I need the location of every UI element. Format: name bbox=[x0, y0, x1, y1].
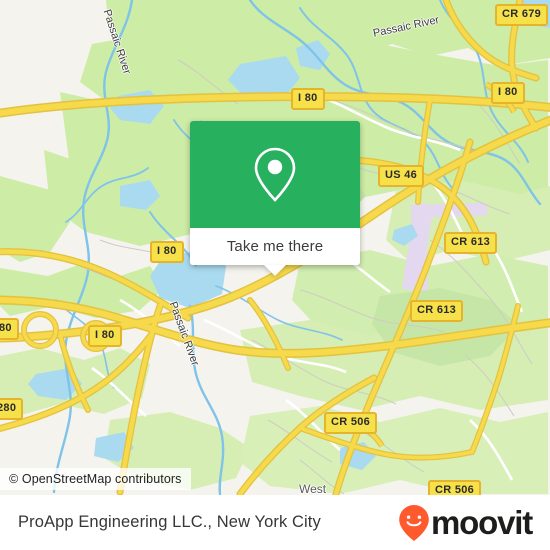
road-shield: US 46 bbox=[378, 165, 425, 187]
map-pin-icon bbox=[254, 147, 296, 202]
callout-pointer bbox=[264, 265, 286, 276]
road-shield: I 80 bbox=[88, 325, 122, 347]
map-canvas[interactable]: CR 679 I 80 I 80 US 46 CR 613 I 80 CR 61… bbox=[0, 0, 550, 495]
moovit-map-page: CR 679 I 80 I 80 US 46 CR 613 I 80 CR 61… bbox=[0, 0, 550, 550]
road-shield: CR 613 bbox=[410, 300, 464, 322]
callout-action-panel[interactable]: Take me there bbox=[190, 228, 360, 276]
road-shield: I 80 bbox=[150, 241, 184, 263]
road-shield: I 80 bbox=[491, 82, 525, 104]
road-shield: 80 bbox=[0, 318, 19, 340]
moovit-brand[interactable]: moovit bbox=[398, 504, 533, 542]
road-shield: CR 506 bbox=[324, 412, 378, 434]
place-label: West bbox=[299, 482, 327, 495]
road-shield: 280 bbox=[0, 398, 24, 420]
location-title: ProApp Engineering LLC., New York City bbox=[18, 513, 321, 531]
callout-icon-panel bbox=[190, 121, 360, 228]
take-me-there-button[interactable]: Take me there bbox=[227, 238, 323, 255]
footer-bar: ProApp Engineering LLC., New York City m… bbox=[0, 495, 550, 550]
road-shield: CR 679 bbox=[495, 4, 549, 26]
location-callout-card[interactable]: Take me there bbox=[190, 121, 360, 276]
moovit-smiley-pin-icon bbox=[399, 504, 429, 541]
osm-attribution[interactable]: © OpenStreetMap contributors bbox=[0, 468, 191, 490]
road-shield: CR 506 bbox=[428, 480, 482, 495]
moovit-wordmark: moovit bbox=[431, 504, 533, 541]
road-shield: CR 613 bbox=[444, 232, 498, 254]
road-shield: I 80 bbox=[291, 88, 325, 110]
osm-attribution-text: © OpenStreetMap contributors bbox=[9, 472, 182, 486]
